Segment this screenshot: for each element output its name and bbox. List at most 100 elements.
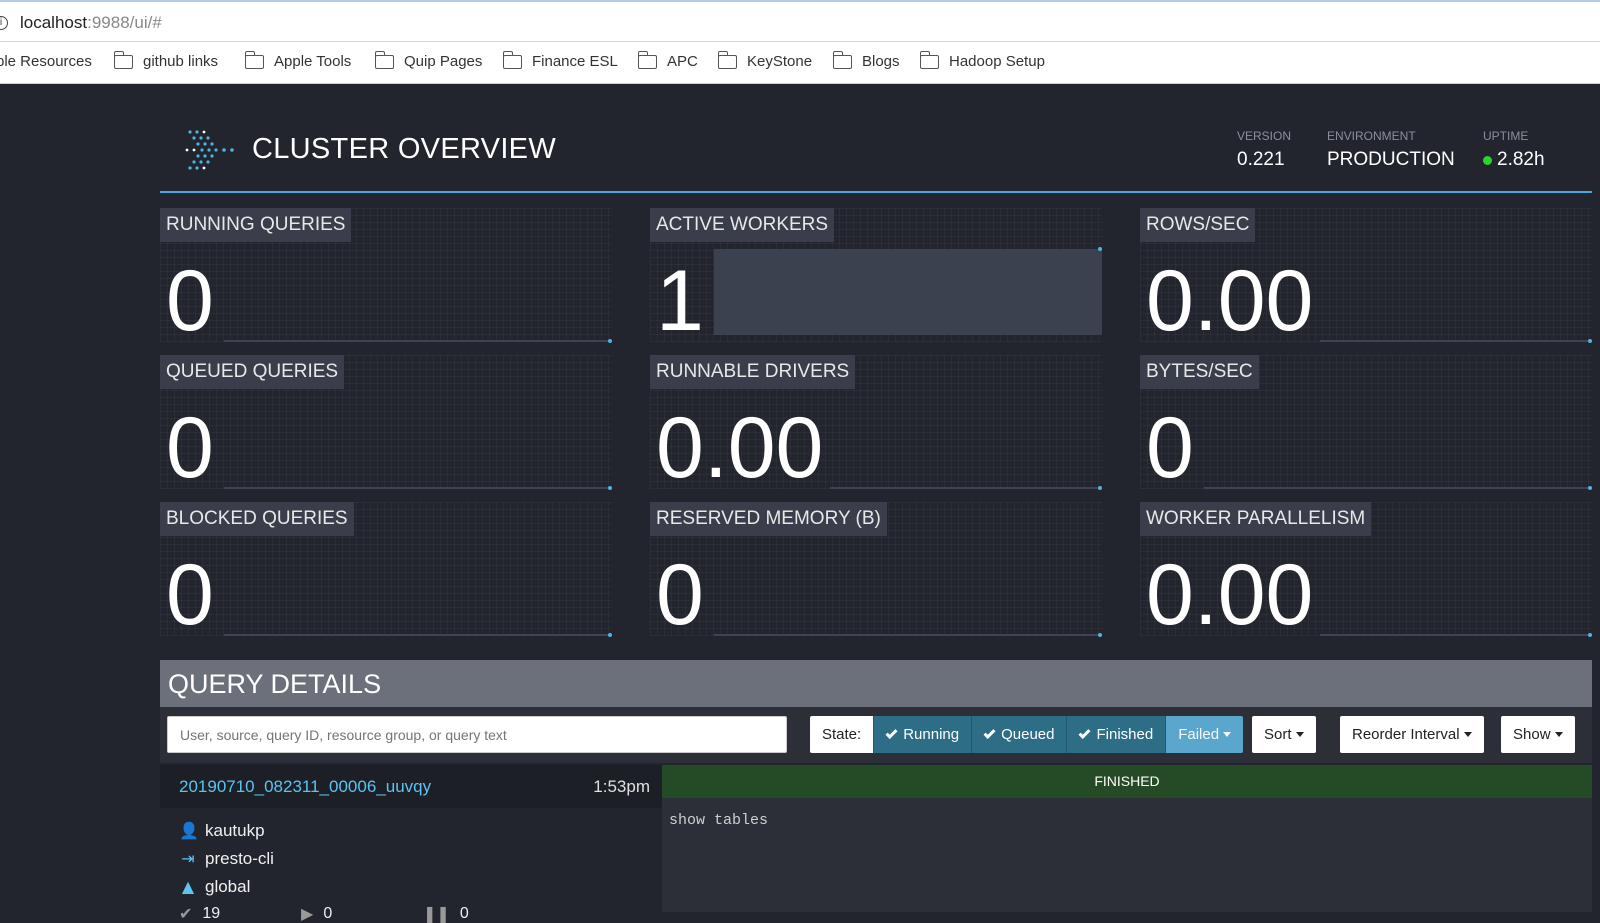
bookmark-apple-tools[interactable]: Apple Tools	[244, 50, 352, 70]
stat-value: 0.00	[1146, 547, 1314, 643]
query-user-value: kautukp	[205, 821, 265, 840]
sparkline-point	[1098, 486, 1102, 490]
filter-running-button[interactable]: Running	[873, 716, 972, 753]
bookmark-label: APC	[667, 53, 698, 70]
query-source-value: presto-cli	[205, 849, 274, 868]
chevron-down-icon	[1295, 732, 1304, 737]
folder-icon	[113, 50, 133, 69]
bookmark-github-links[interactable]: github links	[113, 50, 218, 70]
bookmark-label: Blogs	[862, 53, 900, 70]
bookmark-apc[interactable]: APC	[637, 50, 698, 70]
pause-icon: ❚❚	[423, 904, 450, 923]
query-resource-group-value: global	[205, 877, 251, 896]
folder-icon	[374, 50, 394, 69]
filter-finished-button[interactable]: Finished	[1066, 716, 1166, 753]
stat-label: RUNNING QUERIES	[160, 208, 352, 242]
url-text[interactable]: localhost:9988/ui/#	[20, 13, 162, 33]
running-splits: ▶ 0	[301, 904, 423, 923]
address-bar[interactable]: i localhost:9988/ui/#	[0, 0, 1600, 42]
environment-info: ENVIRONMENT PRODUCTION	[1327, 129, 1455, 171]
query-search-input[interactable]	[167, 716, 787, 753]
cluster-header: CLUSTER OVERVIEW VERSION 0.221 ENVIRONME…	[160, 85, 1592, 193]
sparkline-point	[608, 486, 612, 490]
presto-ui: CLUSTER OVERVIEW VERSION 0.221 ENVIRONME…	[0, 85, 1600, 923]
sparkline-point	[1588, 486, 1592, 490]
stat-running-queries: RUNNING QUERIES 0	[160, 208, 612, 349]
stat-value: 0	[166, 400, 214, 496]
bookmark-quip-pages[interactable]: Quip Pages	[374, 50, 483, 70]
filter-label: Running	[903, 726, 960, 743]
road-icon: ▲	[181, 877, 195, 896]
sparkline	[224, 487, 610, 489]
queued-splits: ❚❚ 0	[423, 904, 545, 923]
stat-value: 0	[1146, 400, 1194, 496]
query-status-bar: FINISHED	[662, 765, 1592, 798]
version-info: VERSION 0.221	[1237, 129, 1291, 171]
sparkline	[714, 634, 1100, 636]
bookmark-blogs[interactable]: Blogs	[832, 50, 900, 70]
sparkline-point	[608, 339, 612, 343]
bookmark-label: ple Resources	[0, 53, 92, 70]
bookmark-finance-esl[interactable]: Finance ESL	[502, 50, 618, 70]
stat-queued-queries: QUEUED QUERIES 0	[160, 355, 612, 496]
sparkline-bar	[714, 249, 1102, 335]
stat-blocked-queries: BLOCKED QUERIES 0	[160, 502, 612, 638]
bookmark-label: Finance ESL	[532, 53, 618, 70]
stat-label: WORKER PARALLELISM	[1140, 502, 1372, 536]
bookmark-label: Quip Pages	[404, 53, 483, 70]
show-dropdown[interactable]: Show	[1501, 716, 1575, 753]
query-header: 20190710_082311_00006_uuvqy 1:53pm	[160, 765, 662, 808]
sparkline	[1320, 634, 1592, 636]
check-icon: ✔	[179, 904, 193, 923]
sparkline-point	[1588, 633, 1592, 637]
query-time: 1:53pm	[593, 777, 650, 796]
chevron-down-icon	[1554, 732, 1563, 737]
completed-splits-value: 19	[202, 904, 221, 922]
url-path: :9988/ui/#	[87, 13, 162, 32]
page-title: CLUSTER OVERVIEW	[252, 133, 556, 165]
bookmarks-bar: ple Resources github links Apple Tools Q…	[0, 42, 1600, 84]
stat-label: ACTIVE WORKERS	[650, 208, 835, 242]
stat-value: 0	[656, 547, 704, 643]
stat-value: 0	[166, 253, 214, 349]
filter-label: Failed	[1178, 726, 1220, 743]
filter-queued-button[interactable]: Queued	[971, 716, 1067, 753]
environment-label: ENVIRONMENT	[1327, 129, 1416, 143]
queued-splits-value: 0	[459, 904, 469, 922]
info-icon[interactable]: i	[0, 16, 8, 30]
chevron-down-icon	[1223, 732, 1232, 737]
state-filter-group: State: Running Queued Finished Failed	[810, 716, 1244, 753]
presto-logo-icon	[185, 130, 234, 170]
stat-value: 0.00	[656, 400, 824, 496]
check-icon	[983, 726, 996, 739]
reorder-interval-dropdown[interactable]: Reorder Interval	[1340, 716, 1484, 753]
bookmark-label: KeyStone	[747, 53, 813, 70]
login-icon: ⇥	[181, 849, 195, 868]
folder-icon	[637, 50, 657, 69]
bookmark-hadoop-setup[interactable]: Hadoop Setup	[919, 50, 1045, 70]
folder-icon	[244, 50, 264, 69]
stat-label: BYTES/SEC	[1140, 355, 1259, 389]
filter-label: Finished	[1096, 726, 1154, 743]
state-label: State:	[810, 716, 874, 753]
bookmark-label: Apple Tools	[274, 53, 352, 70]
bookmark-keystone[interactable]: KeyStone	[717, 50, 813, 70]
reorder-label: Reorder Interval	[1352, 726, 1460, 743]
query-resource-group: ▲ global	[179, 877, 251, 897]
stat-label: RESERVED MEMORY (B)	[650, 502, 887, 536]
folder-icon	[919, 50, 939, 69]
query-text: show tables	[669, 812, 769, 829]
query-source: ⇥ presto-cli	[179, 849, 274, 869]
stat-active-workers: ACTIVE WORKERS 1	[650, 208, 1102, 344]
check-icon	[885, 726, 898, 739]
sparkline-point	[1098, 247, 1102, 251]
sort-dropdown[interactable]: Sort	[1252, 716, 1316, 753]
query-summary: 20190710_082311_00006_uuvqy 1:53pm 👤 kau…	[160, 763, 662, 923]
status-dot-icon	[1483, 155, 1492, 165]
query-detail-panel: FINISHED show tables	[662, 765, 1592, 912]
stat-label: QUEUED QUERIES	[160, 355, 345, 389]
query-id-link[interactable]: 20190710_082311_00006_uuvqy	[179, 777, 431, 797]
filter-failed-dropdown[interactable]: Failed	[1165, 716, 1244, 753]
bookmark-resources[interactable]: ple Resources	[0, 53, 92, 70]
play-icon: ▶	[301, 904, 314, 923]
